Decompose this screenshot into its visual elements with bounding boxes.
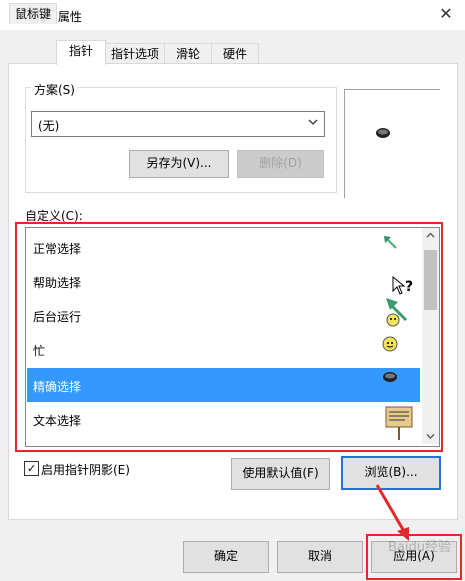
use-default-button[interactable]: 使用默认值(F): [231, 458, 330, 490]
ok-button[interactable]: 确定: [183, 541, 269, 573]
tab-pointers[interactable]: 指针: [56, 40, 106, 65]
tab-label: 鼠标键: [14, 7, 51, 21]
scheme-select[interactable]: (无): [31, 111, 325, 137]
scheme-label: 方案(S): [31, 81, 78, 98]
check-icon: ✓: [27, 462, 37, 475]
cursor-preview: [344, 89, 440, 198]
delete-button[interactable]: 删除(D): [237, 150, 324, 178]
tab-hardware[interactable]: 硬件: [211, 43, 259, 64]
close-icon[interactable]: ✕: [436, 4, 456, 24]
tab-label: 指针: [68, 44, 93, 58]
precision-cursor-icon: [376, 128, 390, 138]
tab-label: 滑轮: [175, 47, 200, 61]
tab-label: 硬件: [222, 47, 247, 61]
title-bar: 鼠标 属性 ✕: [0, 0, 465, 30]
chevron-down-icon: [308, 119, 318, 125]
annotation-box-list: [15, 222, 443, 452]
watermark: Baidu经验: [388, 540, 451, 555]
scheme-value: (无): [38, 119, 60, 133]
cancel-button[interactable]: 取消: [277, 541, 363, 573]
tab-wheel[interactable]: 滑轮: [164, 43, 212, 64]
shadow-checkbox-label: 启用指针阴影(E): [41, 463, 130, 477]
tab-label: 指针选项: [110, 47, 159, 61]
save-as-button[interactable]: 另存为(V)...: [129, 150, 229, 178]
tab-pointer-options[interactable]: 指针选项: [105, 43, 165, 64]
shadow-checkbox[interactable]: ✓: [24, 461, 39, 476]
tab-buttons[interactable]: 鼠标键: [9, 3, 57, 24]
annotation-arrow: [375, 484, 409, 541]
